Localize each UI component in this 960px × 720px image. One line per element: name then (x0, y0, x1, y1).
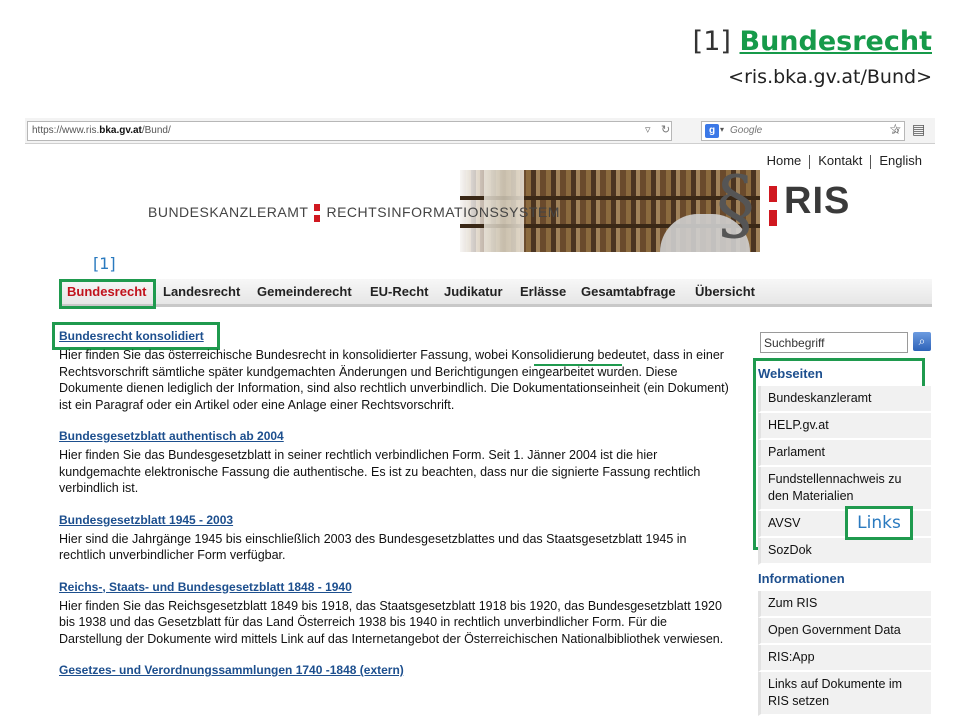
section-title-link[interactable]: Bundesgesetzblatt authentisch ab 2004 (59, 427, 284, 445)
section-bgbl-1945-2003: Bundesgesetzblatt 1945 - 2003 Hier sind … (59, 511, 729, 564)
site-search-input[interactable]: Suchbegriff (760, 332, 908, 353)
url-input[interactable]: https://www.ris.bka.gv.at/Bund/ (27, 121, 672, 141)
search-icon[interactable]: ⌕ (913, 332, 931, 351)
clipboard-icon[interactable]: ▤ (912, 122, 925, 138)
section-title-link[interactable]: Gesetzes- und Verordnungssammlungen 1740… (59, 661, 404, 679)
section-description: Hier finden Sie das österreichische Bund… (59, 348, 729, 412)
slide-title: [1] Bundesrecht (693, 26, 932, 57)
flag-mark-icon (314, 204, 321, 223)
sidebar-item-ris-app[interactable]: RIS:App (758, 645, 931, 672)
sidebar-item-help[interactable]: HELP.gv.at (758, 413, 931, 440)
informationen-list: Zum RIS Open Government Data RIS:App Lin… (758, 591, 931, 716)
tab-landesrecht[interactable]: Landesrecht (163, 284, 240, 299)
sidebar-item-sozdok[interactable]: SozDok (758, 538, 931, 565)
ris-logo: RIS (784, 180, 851, 222)
sidebar-item-links-auf-dokumente[interactable]: Links auf Dokumente im RIS setzen (758, 672, 931, 716)
sidebar-item-zum-ris[interactable]: Zum RIS (758, 591, 931, 618)
browser-address-bar: https://www.ris.bka.gv.at/Bund/ ▿ ↻ g ▾ … (25, 118, 935, 144)
slide-ref: [1] (692, 26, 731, 57)
sidebar-item-bundeskanzleramt[interactable]: Bundeskanzleramt (758, 386, 931, 413)
section-title-link[interactable]: Bundesgesetzblatt 1945 - 2003 (59, 511, 233, 529)
main-content: Bundesrecht konsolidiert Hier finden Sie… (59, 327, 729, 693)
tab-judikatur[interactable]: Judikatur (444, 284, 503, 299)
tab-eu-recht[interactable]: EU-Recht (370, 284, 429, 299)
tab-uebersicht[interactable]: Übersicht (695, 284, 755, 299)
nav-kontakt[interactable]: Kontakt (810, 153, 870, 168)
ministry-logo[interactable]: BUNDESKANZLERAMT RECHTSINFORMATIONSSYSTEM (148, 204, 560, 223)
browser-search-input[interactable]: g ▾ Google ⌕ (701, 121, 905, 141)
tab-gemeinderecht[interactable]: Gemeinderecht (257, 284, 352, 299)
nav-english[interactable]: English (871, 153, 930, 168)
chevron-down-icon: ▾ (720, 125, 725, 134)
section-title-link[interactable]: Reichs-, Staats- und Bundesgesetzblatt 1… (59, 578, 352, 596)
sidebar-item-open-government-data[interactable]: Open Government Data (758, 618, 931, 645)
ris-flag-icon (769, 186, 777, 226)
section-description: Hier sind die Jahrgänge 1945 bis einschl… (59, 531, 687, 563)
section-description: Hier finden Sie das Reichsgesetzblatt 18… (59, 598, 724, 646)
star-icon[interactable]: ☆ (889, 122, 902, 138)
annotation-tab-highlight (59, 279, 156, 309)
informationen-heading: Informationen (758, 571, 845, 586)
links-annotation-label: Links (845, 506, 913, 540)
slide-subtitle: <ris.bka.gv.at/Bund> (728, 66, 932, 88)
section-title-link[interactable]: Bundesrecht konsolidiert (59, 327, 204, 345)
section-bundesrecht-konsolidiert: Bundesrecht konsolidiert Hier finden Sie… (59, 327, 729, 413)
section-bgbl-authentisch: Bundesgesetzblatt authentisch ab 2004 Hi… (59, 427, 729, 497)
dropdown-arrow-icon[interactable]: ▿ (645, 123, 651, 136)
webseiten-heading: Webseiten (758, 366, 823, 381)
main-tab-bar: Bundesrecht Landesrecht Gemeinderecht EU… (60, 279, 932, 307)
bundesrecht-title-link[interactable]: Bundesrecht (740, 26, 933, 57)
google-icon: g (705, 124, 719, 138)
annotation-ref-label: [1] (93, 254, 116, 273)
sidebar-item-fundstellennachweis[interactable]: Fundstellennachweis zu den Materialien (758, 467, 931, 511)
sidebar-item-parlament[interactable]: Parlament (758, 440, 931, 467)
section-description: Hier finden Sie das Bundesgesetzblatt in… (59, 448, 701, 495)
paragraph-icon: § (716, 160, 755, 250)
tab-erlaesse[interactable]: Erlässe (520, 284, 566, 299)
tab-gesamtabfrage[interactable]: Gesamtabfrage (581, 284, 676, 299)
reload-icon[interactable]: ↻ (661, 123, 670, 136)
top-navigation: Home Kontakt English (759, 153, 930, 169)
section-rgbl-1848-1940: Reichs-, Staats- und Bundesgesetzblatt 1… (59, 578, 729, 648)
section-sammlungen-1740-1848: Gesetzes- und Verordnungssammlungen 1740… (59, 661, 729, 679)
nav-home[interactable]: Home (759, 153, 810, 168)
